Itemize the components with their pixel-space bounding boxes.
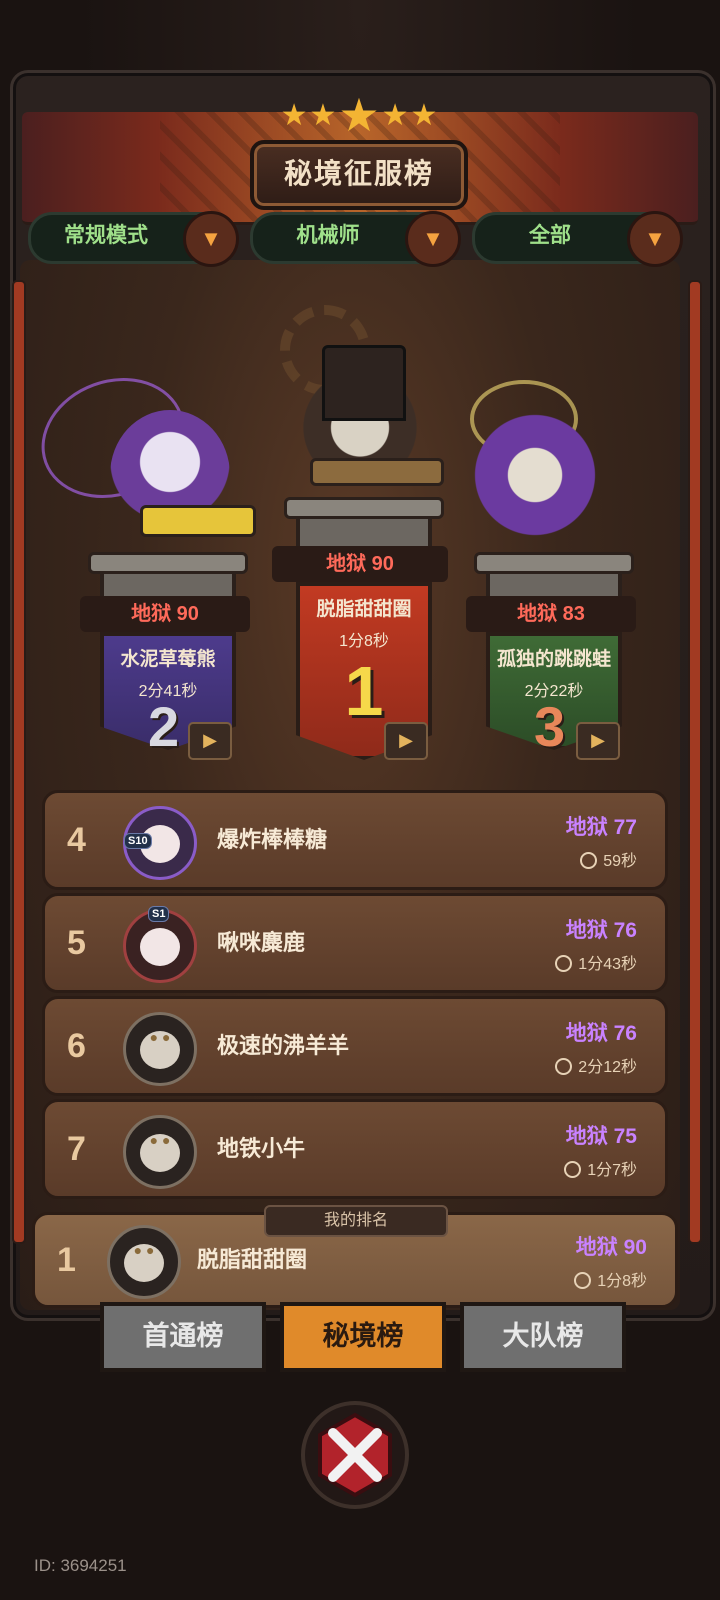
rank3-level: 地狱 83 (466, 596, 636, 632)
page-title: 秘境征服榜 (250, 140, 468, 210)
rank-number: 5 (67, 924, 86, 962)
top-hat-icon (322, 345, 406, 421)
tab-team[interactable]: 大队榜 (460, 1302, 626, 1372)
rank3-number: 3 (534, 695, 566, 758)
goggles-icon: ● ● (149, 1132, 171, 1148)
right-rail (688, 280, 702, 1244)
rank-number: 4 (67, 821, 86, 859)
player-name: 地铁小牛 (217, 1136, 306, 1161)
left-rail (12, 280, 26, 1244)
rank3-name: 孤独的跳跳蛙 (496, 649, 611, 670)
chevron-down-icon[interactable]: ▼ (183, 211, 239, 267)
video-camera-icon[interactable]: ▶ (188, 722, 232, 760)
avatar[interactable]: S10 (123, 806, 197, 880)
rank1-time: 1分8秒 (339, 633, 389, 650)
my-rank-label: 我的排名 (264, 1205, 448, 1237)
close-emblem-icon[interactable] (300, 1400, 410, 1510)
weapon-icon (140, 505, 256, 537)
player-id: ID: 3694251 (34, 1556, 127, 1575)
goggles-icon: ● ● (149, 1029, 171, 1045)
avatar[interactable]: S1 (123, 906, 197, 983)
time-value: 1分7秒 (587, 1162, 637, 1179)
rank-number: 7 (67, 1130, 86, 1168)
chevron-down-icon[interactable]: ▼ (405, 211, 461, 267)
season-badge: S1 (148, 906, 170, 922)
avatar[interactable]: ● ● (123, 1115, 197, 1189)
my-avatar[interactable]: ● ● (107, 1225, 181, 1299)
rank1-name: 脱脂甜甜圈 (316, 599, 412, 620)
list-item[interactable]: 7 ● ● 地铁小牛 地狱 75 1分7秒 (42, 1099, 668, 1199)
player-name: 极速的沸羊羊 (217, 1033, 350, 1058)
rank-number: 6 (67, 1027, 86, 1065)
rank2-level: 地狱 90 (80, 596, 250, 632)
my-time-value: 1分8秒 (597, 1273, 647, 1290)
my-time: 1分8秒 (574, 1267, 647, 1291)
level-text: 地狱 76 (565, 919, 637, 942)
my-rank-number: 1 (57, 1241, 76, 1279)
player-name: 爆炸棒棒糖 (217, 827, 328, 852)
clock-icon (574, 1272, 592, 1289)
time-value: 59秒 (603, 853, 637, 870)
avatar[interactable]: ● ● (123, 1012, 197, 1086)
filter-class-label: 机械师 (296, 224, 360, 247)
filter-scope[interactable]: 全部 ▼ (472, 211, 683, 267)
time-value: 1分43秒 (578, 956, 637, 973)
goggles-icon: ● ● (133, 1242, 155, 1258)
video-camera-icon[interactable]: ▶ (384, 722, 428, 760)
stars-icon: ★★★★★ (280, 89, 440, 141)
clock-icon (580, 852, 598, 869)
level-text: 地狱 77 (565, 816, 637, 839)
season-badge: S10 (124, 833, 152, 849)
clock-icon (555, 955, 573, 972)
time-value: 2分12秒 (578, 1059, 637, 1076)
avatar-face (140, 928, 180, 966)
player-name: 啾咪麋鹿 (217, 930, 306, 955)
level-text: 地狱 76 (565, 1022, 637, 1045)
clock-icon (564, 1161, 582, 1178)
list-item[interactable]: 6 ● ● 极速的沸羊羊 地狱 76 2分12秒 (42, 996, 668, 1096)
filter-class[interactable]: 机械师 ▼ (250, 211, 461, 267)
list-item[interactable]: 5 S1 啾咪麋鹿 地狱 76 1分43秒 (42, 893, 668, 993)
time-text: 1分43秒 (555, 950, 637, 974)
my-level: 地狱 90 (575, 1236, 647, 1259)
rank2-name: 水泥草莓熊 (120, 649, 216, 670)
time-text: 2分12秒 (555, 1053, 637, 1077)
clock-icon (555, 1058, 573, 1075)
rank1-number: 1 (344, 652, 384, 730)
filter-mode[interactable]: 常规模式 ▼ (28, 211, 239, 267)
weapon-icon (310, 458, 444, 486)
time-text: 1分7秒 (564, 1156, 637, 1180)
character-avatar-rank3[interactable] (465, 400, 605, 550)
tab-first-clear[interactable]: 首通榜 (100, 1302, 266, 1372)
list-item[interactable]: 4 S10 爆炸棒棒糖 地狱 77 59秒 (42, 790, 668, 890)
filter-mode-label: 常规模式 (64, 224, 148, 247)
video-camera-icon[interactable]: ▶ (576, 722, 620, 760)
level-text: 地狱 75 (565, 1125, 637, 1148)
chevron-down-icon[interactable]: ▼ (627, 211, 683, 267)
rank2-number: 2 (148, 695, 180, 758)
tab-secret-realm[interactable]: 秘境榜 (280, 1302, 446, 1372)
filter-scope-label: 全部 (529, 224, 571, 247)
rank1-level: 地狱 90 (272, 546, 448, 582)
time-text: 59秒 (580, 847, 637, 871)
